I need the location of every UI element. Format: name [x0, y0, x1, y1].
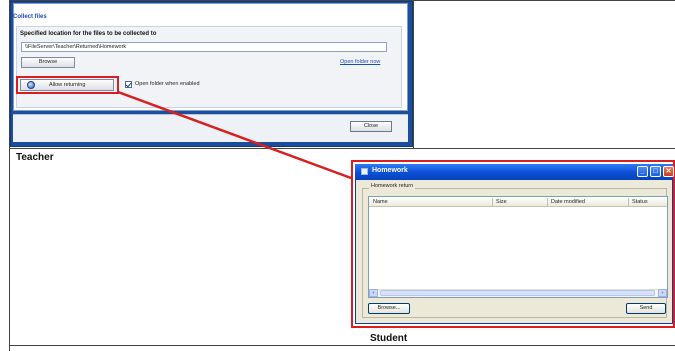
teacher-browse-button[interactable]: Browse: [21, 57, 75, 68]
minimize-icon[interactable]: _: [637, 166, 648, 177]
scroll-right-icon[interactable]: ›: [658, 289, 667, 297]
teacher-caption: Teacher: [16, 152, 54, 163]
send-button[interactable]: Send: [626, 303, 666, 314]
frame-border-bottom: [9, 345, 675, 346]
window-icon: [361, 168, 368, 175]
homework-return-label: Homework return: [369, 183, 416, 189]
column-date-modified[interactable]: Date modified: [551, 198, 585, 206]
column-size[interactable]: Size: [496, 198, 507, 206]
scrollbar-thumb[interactable]: [380, 290, 655, 296]
window-title: Homework: [372, 167, 408, 174]
student-caption: Student: [370, 333, 408, 344]
open-when-enabled-checkbox[interactable]: [125, 81, 132, 88]
frame-divider-vertical: [413, 0, 414, 148]
list-header: [369, 197, 667, 207]
column-divider: [492, 198, 493, 206]
collect-path-input[interactable]: [21, 42, 387, 52]
column-name[interactable]: Name: [373, 198, 388, 206]
homework-file-list[interactable]: [368, 196, 668, 298]
collect-files-title: Collect files: [13, 14, 47, 20]
location-label: Specified location for the files to be c…: [20, 31, 157, 37]
column-divider: [628, 198, 629, 206]
close-button[interactable]: Close: [350, 121, 392, 132]
maximize-icon[interactable]: □: [650, 166, 661, 177]
open-folder-now-link[interactable]: Open folder now: [340, 59, 380, 65]
close-icon[interactable]: ✕: [663, 166, 674, 177]
column-divider: [547, 198, 548, 206]
scroll-left-icon[interactable]: ‹: [369, 289, 378, 297]
column-status[interactable]: Status: [632, 198, 648, 206]
student-browse-button[interactable]: Browse...: [368, 303, 410, 314]
allow-returning-icon: [27, 81, 35, 89]
open-when-enabled-label: Open folder when enabled: [135, 81, 200, 87]
frame-divider-horizontal: [9, 148, 675, 149]
teacher-dialog-footer: [13, 114, 408, 142]
